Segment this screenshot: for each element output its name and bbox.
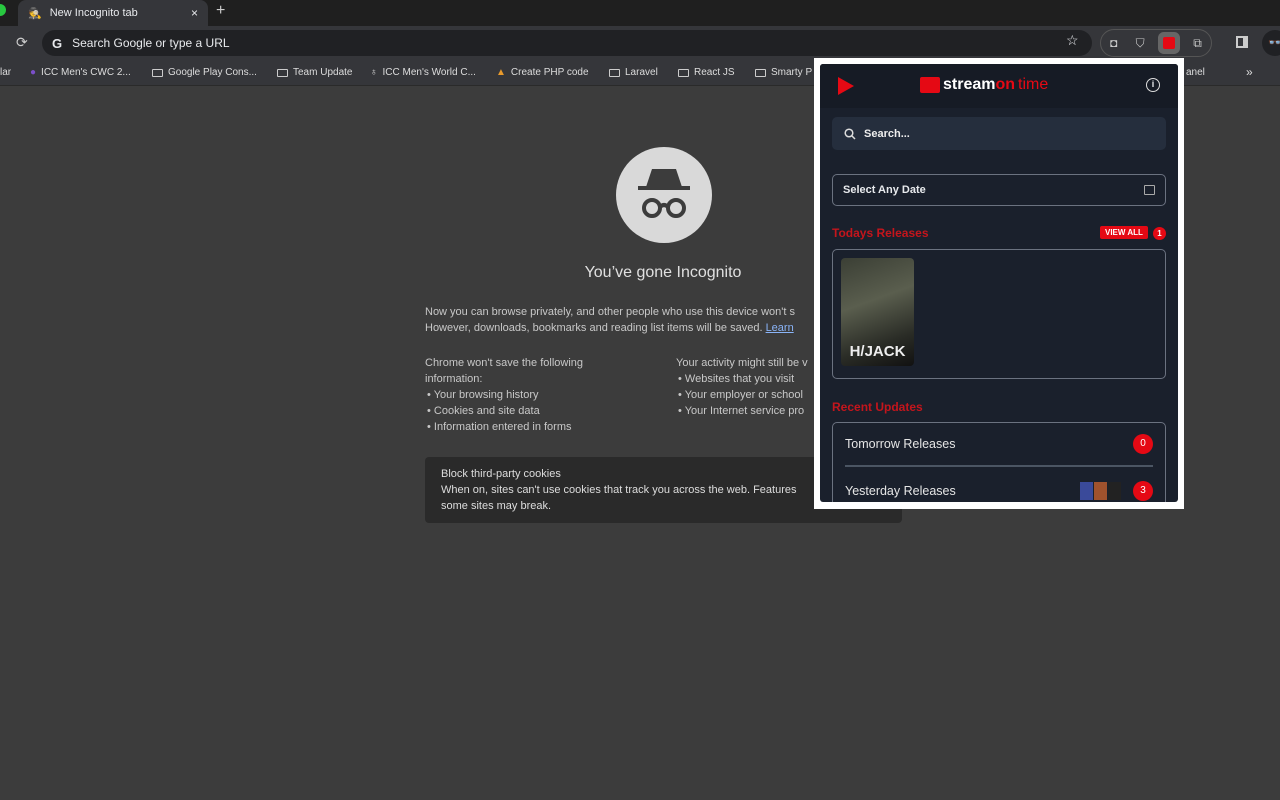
count-badge: 3: [1133, 481, 1153, 501]
bookmark-label: Team Update: [293, 67, 353, 78]
folder-icon: [152, 68, 163, 77]
incognito-hat-glasses-icon: [616, 147, 712, 243]
site-icon: ▲: [496, 67, 506, 78]
reload-icon[interactable]: ⟳: [16, 34, 28, 51]
logo-text: on: [995, 76, 1016, 93]
bookmark-item[interactable]: lar: [0, 67, 11, 78]
calendar-icon: [1144, 185, 1155, 195]
tab-new-incognito[interactable]: 🕵 New Incognito tab ×: [18, 0, 208, 26]
list-heading: Your activity might still be v: [676, 357, 808, 369]
view-all-button[interactable]: VIEW ALL: [1100, 226, 1148, 239]
todays-count-badge: 1: [1153, 227, 1166, 240]
bookmark-label: ICC Men's CWC 2...: [41, 67, 131, 78]
bookmark-item[interactable]: Team Update: [277, 67, 352, 78]
bookmark-item[interactable]: anel: [1186, 67, 1205, 78]
intro-line: Now you can browse privately, and other …: [425, 306, 795, 318]
puzzle-extensions-icon[interactable]: ⧉: [1193, 36, 1202, 51]
folder-icon: [609, 68, 620, 77]
tab-close-button[interactable]: ×: [191, 6, 198, 20]
bookmark-item[interactable]: ▲ Create PHP code: [496, 67, 589, 78]
search-placeholder: Search...: [864, 127, 910, 140]
info-icon[interactable]: i: [1146, 78, 1160, 92]
logo-text: stream: [943, 76, 996, 93]
bookmarks-overflow-button[interactable]: »: [1246, 65, 1253, 79]
tab-bar: 🕵 New Incognito tab × +: [0, 0, 1280, 26]
list-heading: Chrome won't save the following: [425, 357, 584, 369]
bookmark-label: Create PHP code: [510, 67, 589, 78]
bookmark-label: Laravel: [625, 67, 658, 78]
bookmark-label: React JS: [694, 67, 735, 78]
camera-extension-icon[interactable]: ◘: [1110, 36, 1117, 50]
search-icon: [844, 127, 856, 140]
bookmark-label: ICC Men's World C...: [382, 67, 476, 78]
intro-line: However, downloads, bookmarks and readin…: [425, 322, 763, 334]
recent-updates-heading: Recent Updates: [832, 400, 923, 414]
wont-save-list: Chrome won't save the following informat…: [425, 355, 583, 435]
extensions-group: ◘ ⛉ ⧉: [1100, 29, 1212, 57]
search-input[interactable]: Search...: [832, 117, 1166, 150]
list-item: Your browsing history: [427, 387, 583, 403]
bookmark-item[interactable]: Google Play Cons...: [152, 67, 257, 78]
tv-icon: [920, 77, 940, 93]
streamontime-popup: stream on time i Search... Select Any Date…: [814, 58, 1184, 509]
thumbnail: [1108, 482, 1121, 500]
incognito-profile-icon[interactable]: 👓: [1262, 30, 1280, 56]
intro-text: Now you can browse privately, and other …: [425, 304, 795, 336]
incognito-icon: 🕵: [28, 7, 42, 20]
bookmark-label: anel: [1186, 67, 1205, 78]
google-icon: G: [52, 35, 63, 51]
new-tab-button[interactable]: +: [216, 2, 225, 20]
count-badge: 0: [1133, 434, 1153, 454]
streamontime-logo: stream on time: [920, 76, 1048, 94]
thumbnail: [1094, 482, 1107, 500]
thumbnail-group: [1080, 482, 1121, 500]
recent-updates-list: Tomorrow Releases 0 Yesterday Releases 3: [832, 422, 1166, 502]
poster-title: H/JACK: [849, 343, 906, 360]
still-visible-list: Your activity might still be v Websites …: [676, 355, 808, 419]
recent-row-yesterday[interactable]: Yesterday Releases 3: [845, 469, 1153, 502]
date-label: Select Any Date: [843, 184, 926, 196]
folder-icon: [755, 68, 766, 77]
shield-extension-icon[interactable]: ⛉: [1136, 36, 1145, 51]
todays-releases-list: H/JACK: [832, 249, 1166, 379]
bookmark-label: lar: [0, 67, 12, 78]
movie-poster[interactable]: H/JACK: [841, 258, 914, 366]
bookmark-item[interactable]: React JS: [678, 67, 735, 78]
row-label: Yesterday Releases: [845, 484, 956, 498]
streamontime-extension-icon[interactable]: [1162, 37, 1175, 49]
learn-more-link[interactable]: Learn: [766, 322, 794, 334]
popup-header: stream on time i: [820, 64, 1178, 108]
date-picker[interactable]: Select Any Date: [832, 174, 1166, 206]
bookmark-item[interactable]: ● ICC Men's CWC 2...: [30, 67, 131, 78]
bookmark-item[interactable]: Smarty P: [755, 67, 812, 78]
list-item: Information entered in forms: [427, 419, 583, 435]
play-logo-icon: [838, 77, 854, 95]
list-item: Websites that you visit: [678, 371, 808, 387]
bookmark-item[interactable]: ♁ ICC Men's World C...: [370, 67, 476, 78]
window-zoom-button[interactable]: [0, 4, 6, 16]
omnibox-placeholder: Search Google or type a URL: [72, 36, 230, 50]
thumbnail: [1080, 482, 1093, 500]
bookmark-item[interactable]: Laravel: [609, 67, 658, 78]
logo-text: time: [1018, 76, 1049, 93]
omnibox[interactable]: G Search Google or type a URL: [42, 30, 1092, 56]
row-label: Tomorrow Releases: [845, 437, 956, 451]
folder-icon: [678, 68, 689, 77]
list-item: Your employer or school: [678, 387, 808, 403]
bookmark-label: Smarty P: [771, 67, 813, 78]
folder-icon: [277, 68, 288, 77]
bookmark-label: Google Play Cons...: [168, 67, 257, 78]
list-item: Cookies and site data: [427, 403, 583, 419]
side-panel-icon[interactable]: [1236, 36, 1248, 48]
toolbar: ⟳ G Search Google or type a URL ☆ ◘ ⛉ ⧉ …: [0, 26, 1280, 60]
tab-title: New Incognito tab: [49, 7, 138, 19]
todays-releases-heading: Todays Releases: [832, 226, 929, 240]
site-icon: ●: [30, 67, 37, 78]
site-icon: ♁: [370, 67, 378, 78]
bookmark-star-icon[interactable]: ☆: [1066, 32, 1079, 49]
list-item: Your Internet service pro: [678, 403, 808, 419]
list-heading: information:: [425, 373, 483, 385]
recent-row-tomorrow[interactable]: Tomorrow Releases 0: [845, 423, 1153, 467]
